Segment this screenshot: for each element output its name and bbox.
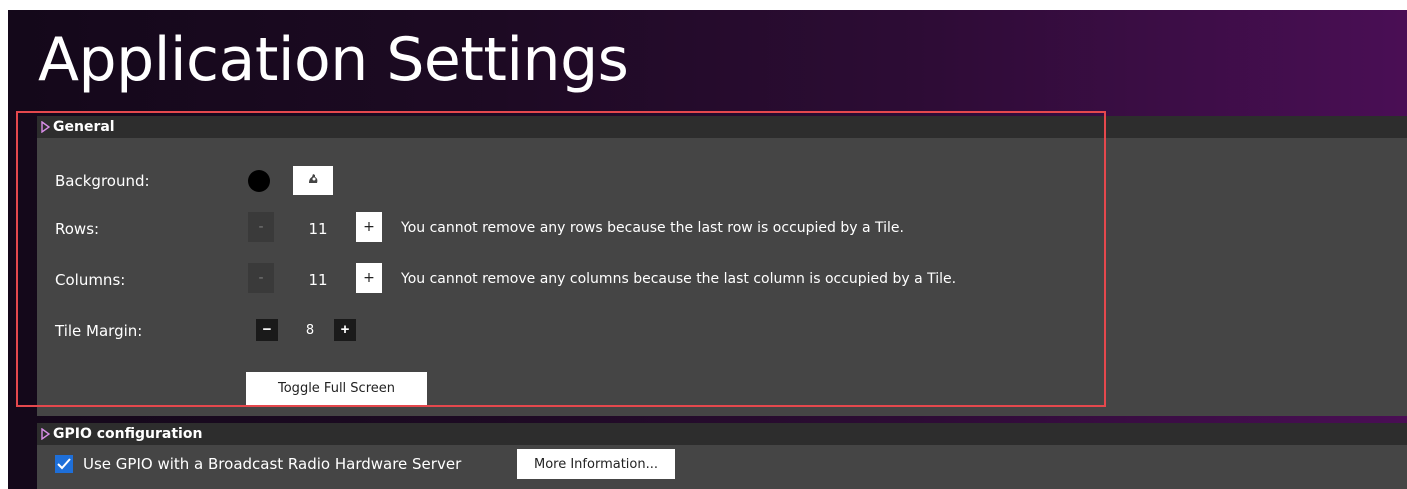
columns-increment-button[interactable]: + xyxy=(356,263,382,293)
tile-margin-increment-button[interactable]: + xyxy=(334,319,356,341)
columns-label: Columns: xyxy=(55,271,126,289)
gpio-section: GPIO configuration Use GPIO with a Broad… xyxy=(37,423,1407,489)
general-section-header[interactable]: General xyxy=(37,116,1407,138)
app-window: Application Settings General Background:… xyxy=(8,10,1407,489)
rows-decrement-button[interactable]: - xyxy=(248,212,274,242)
general-section: General Background: Rows: - 11 + You can… xyxy=(37,116,1407,416)
tile-margin-value: 8 xyxy=(305,323,315,338)
triangle-right-icon xyxy=(41,428,50,440)
tile-margin-label: Tile Margin: xyxy=(55,322,143,340)
rows-message: You cannot remove any rows because the l… xyxy=(401,220,904,236)
columns-decrement-button[interactable]: - xyxy=(248,263,274,293)
use-gpio-label: Use GPIO with a Broadcast Radio Hardware… xyxy=(83,455,462,473)
triangle-right-icon xyxy=(41,121,50,133)
gpio-section-title: GPIO configuration xyxy=(53,426,203,442)
rows-increment-button[interactable]: + xyxy=(356,212,382,242)
gpio-section-header[interactable]: GPIO configuration xyxy=(37,423,1407,445)
use-gpio-checkbox[interactable] xyxy=(55,455,73,473)
columns-value: 11 xyxy=(308,271,328,289)
more-information-button[interactable]: More Information... xyxy=(517,449,675,479)
toggle-full-screen-button[interactable]: Toggle Full Screen xyxy=(246,372,427,405)
tile-margin-decrement-button[interactable]: − xyxy=(256,319,278,341)
checkmark-icon xyxy=(57,455,71,474)
rows-label: Rows: xyxy=(55,220,100,238)
general-section-title: General xyxy=(53,119,115,135)
color-picker-icon xyxy=(306,172,320,189)
color-picker-button[interactable] xyxy=(293,166,333,195)
rows-value: 11 xyxy=(308,220,328,238)
background-label: Background: xyxy=(55,172,150,190)
columns-message: You cannot remove any columns because th… xyxy=(401,271,957,287)
page-title: Application Settings xyxy=(38,25,629,95)
background-color-swatch[interactable] xyxy=(248,170,270,192)
